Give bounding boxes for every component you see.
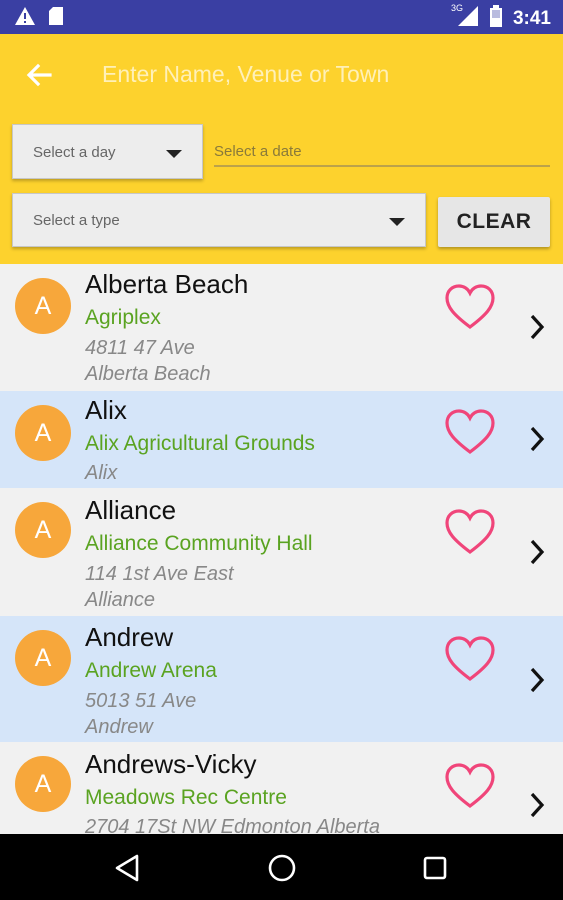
address-line: 114 1st Ave East <box>85 563 234 585</box>
filter-panel: Select a day Select a date Select a type… <box>0 114 563 264</box>
address-line: Andrew <box>85 716 153 738</box>
back-triangle-icon <box>115 854 139 882</box>
list-item[interactable]: A Alix Alix Agricultural Grounds Alix <box>0 391 563 488</box>
day-select[interactable]: Select a day <box>12 124 203 179</box>
address-line: Alliance <box>85 589 156 611</box>
battery-icon <box>489 5 503 32</box>
clear-button[interactable]: CLEAR <box>438 197 550 247</box>
venue-name: Andrew Arena <box>85 659 217 682</box>
avatar: A <box>15 756 71 812</box>
chevron-right-icon <box>530 667 545 693</box>
back-button[interactable] <box>22 58 56 92</box>
address-line: Alix <box>85 462 118 484</box>
dropdown-caret-icon <box>389 218 405 226</box>
address-line: Alberta Beach <box>85 363 211 385</box>
home-circle-icon <box>268 854 296 882</box>
list-item[interactable]: A Andrew Andrew Arena 5013 51 Ave Andrew <box>0 616 563 742</box>
town-name: Alix <box>85 395 127 425</box>
list-item[interactable]: A Alliance Alliance Community Hall 114 1… <box>0 488 563 616</box>
warning-icon <box>14 6 36 31</box>
chevron-right-icon <box>530 539 545 565</box>
nav-back-button[interactable] <box>108 848 148 888</box>
list-item[interactable]: A Andrews-Vicky Meadows Rec Centre 2704 … <box>0 742 563 834</box>
signal-icon: 3G <box>451 3 479 32</box>
clock: 3:41 <box>512 7 551 29</box>
nav-home-button[interactable] <box>262 848 302 888</box>
sd-card-icon <box>48 6 64 31</box>
status-bar: 3G 3:41 <box>0 0 563 34</box>
chevron-right-icon <box>530 426 545 452</box>
dropdown-caret-icon <box>166 150 182 158</box>
address-line: 2704 17St NW Edmonton Alberta <box>85 816 380 834</box>
town-name: Alberta Beach <box>85 269 249 299</box>
town-name: Alliance <box>85 495 177 525</box>
favorite-heart-icon[interactable] <box>444 408 496 456</box>
venue-name: Alliance Community Hall <box>85 532 313 555</box>
favorite-heart-icon[interactable] <box>444 283 496 331</box>
avatar: A <box>15 405 71 461</box>
arrow-left-icon <box>26 63 52 87</box>
favorite-heart-icon[interactable] <box>444 508 496 556</box>
chevron-right-icon <box>530 314 545 340</box>
chevron-right-icon <box>530 792 545 818</box>
date-picker-field[interactable]: Select a date <box>214 139 550 167</box>
date-field-label: Select a date <box>214 143 302 160</box>
avatar: A <box>15 278 71 334</box>
system-nav-bar <box>0 834 563 900</box>
day-select-label: Select a day <box>33 144 116 161</box>
address-line: 4811 47 Ave <box>85 337 195 359</box>
venue-list: A Alberta Beach Agriplex 4811 47 Ave Alb… <box>0 264 563 834</box>
recents-square-icon <box>423 856 447 880</box>
avatar: A <box>15 502 71 558</box>
list-item[interactable]: A Alberta Beach Agriplex 4811 47 Ave Alb… <box>0 264 563 391</box>
network-type-label: 3G <box>450 3 463 13</box>
search-toolbar <box>0 34 563 114</box>
venue-name: Agriplex <box>85 306 161 329</box>
favorite-heart-icon[interactable] <box>444 762 496 810</box>
venue-name: Alix Agricultural Grounds <box>85 432 315 455</box>
nav-recents-button[interactable] <box>415 848 455 888</box>
avatar: A <box>15 630 71 686</box>
town-name: Andrew <box>85 622 174 652</box>
town-name: Andrews-Vicky <box>85 749 257 779</box>
venue-name: Meadows Rec Centre <box>85 786 287 809</box>
search-input[interactable] <box>102 56 532 92</box>
address-line: 5013 51 Ave <box>85 690 197 712</box>
favorite-heart-icon[interactable] <box>444 635 496 683</box>
type-select[interactable]: Select a type <box>12 193 426 247</box>
type-select-label: Select a type <box>33 212 120 229</box>
